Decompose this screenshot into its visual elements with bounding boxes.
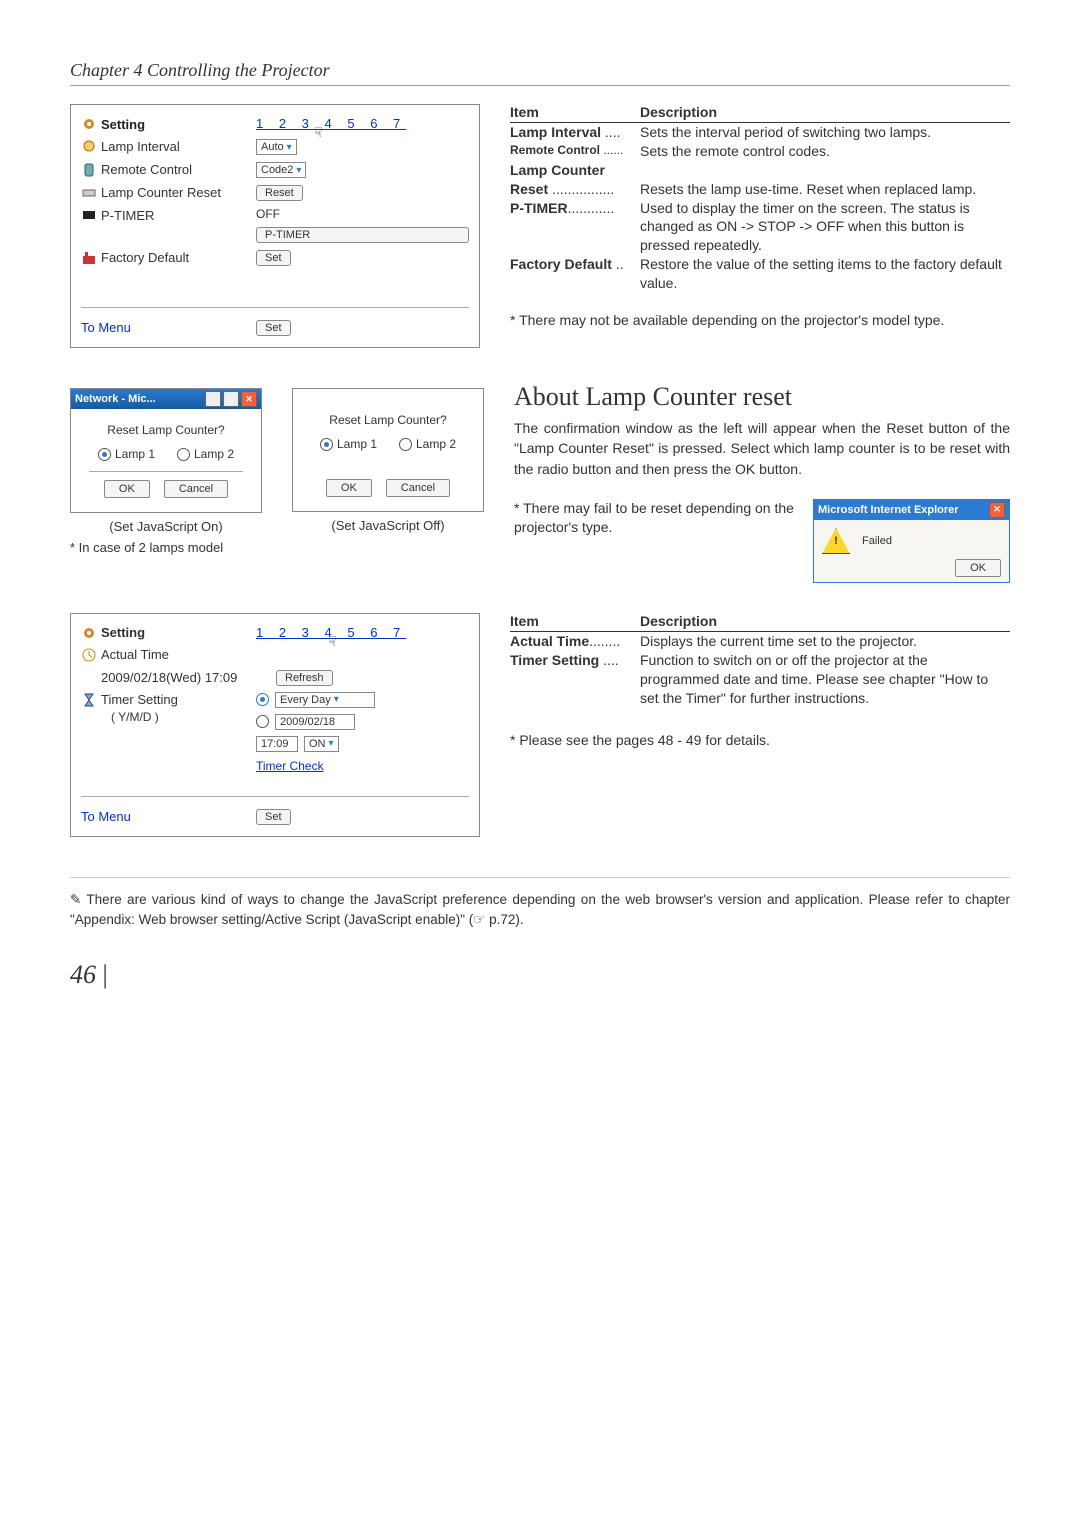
remote-icon	[81, 162, 97, 178]
caption-js-off: (Set JavaScript Off)	[331, 518, 444, 533]
setting-heading: Setting	[101, 117, 145, 132]
page-number: 46 |	[70, 960, 1010, 990]
minimize-icon[interactable]: _	[205, 391, 221, 407]
lamp-interval-label: Lamp Interval	[101, 139, 180, 154]
reset-dialog-js-on: Network - Mic... _ □ ✕ Reset Lamp Counte…	[70, 388, 262, 513]
cursor-icon: ☟	[314, 124, 323, 141]
note-pages-48-49: * Please see the pages 48 - 49 for detai…	[510, 731, 1010, 750]
reset-dialog-js-off: Reset Lamp Counter? Lamp 1 Lamp 2 OK Can…	[292, 388, 484, 512]
chapter-title: Chapter 4 Controlling the Projector	[70, 60, 1010, 86]
timer-setting-label: Timer Setting	[101, 692, 178, 707]
p-timer-desc: Used to display the timer on the screen.…	[640, 199, 1010, 256]
lamp-icon	[81, 139, 97, 155]
dialog-question: Reset Lamp Counter?	[89, 423, 243, 437]
set-button-2[interactable]: Set	[256, 809, 291, 825]
timer-icon	[81, 207, 97, 223]
ie-failed-msg: Failed	[862, 535, 892, 547]
maximize-icon[interactable]: □	[223, 391, 239, 407]
p-timer-button[interactable]: P-TIMER	[256, 227, 469, 243]
dialog-question-2: Reset Lamp Counter?	[311, 413, 465, 427]
lamp-interval-select[interactable]: Auto▾	[256, 139, 297, 155]
set-button[interactable]: Set	[256, 320, 291, 336]
remote-control-label: Remote Control	[101, 162, 192, 177]
p-timer-label: P-TIMER	[101, 208, 154, 223]
clock-icon	[81, 647, 97, 663]
gear-icon	[81, 625, 97, 641]
timer-setting-sub: ( Y/M/D )	[81, 710, 159, 724]
setting-panel-2: Setting 1 2 3 4 5 6 7 ☟ Actual Time 2009…	[70, 613, 480, 837]
remote-control-desc: Sets the remote control codes.	[640, 142, 1010, 161]
factory-set-button[interactable]: Set	[256, 250, 291, 266]
radio-lamp2[interactable]: Lamp 2	[177, 447, 234, 461]
note-fail-reset: * There may fail to be reset depending o…	[514, 499, 803, 537]
actual-time-value: 2009/02/18(Wed) 17:09	[101, 670, 237, 685]
lamp-counter-item: Lamp Counter	[510, 161, 640, 180]
caption-2lamps: * In case of 2 lamps model	[70, 540, 223, 555]
section-heading: About Lamp Counter reset	[514, 382, 1010, 412]
ok-button-b[interactable]: OK	[326, 479, 372, 497]
ie-ok-button[interactable]: OK	[955, 559, 1001, 577]
warning-icon: !	[822, 528, 850, 554]
ie-dialog-title: Microsoft Internet Explorer	[818, 504, 959, 516]
footnote: ✎ There are various kind of ways to chan…	[70, 877, 1010, 931]
lamp-interval-desc: Sets the interval period of switching tw…	[640, 123, 1010, 142]
radio-lamp1[interactable]: Lamp 1	[98, 447, 155, 461]
radio-date[interactable]	[256, 715, 269, 728]
radio-lamp2-b[interactable]: Lamp 2	[399, 437, 456, 451]
ok-button[interactable]: OK	[104, 480, 150, 498]
gear-icon	[81, 116, 97, 132]
to-menu-link[interactable]: To Menu	[81, 320, 131, 335]
hourglass-icon	[81, 692, 97, 708]
page-links[interactable]: 1 2 3 4 5 6 7	[256, 116, 406, 131]
table-header: Item Description	[510, 104, 1010, 123]
setting-panel-1: Setting 1 2 3 4 5 6 7 ☟ Lamp Interval Au…	[70, 104, 480, 348]
actual-time-label: Actual Time	[101, 647, 169, 662]
table-header-2: Item Description	[510, 613, 1010, 632]
section-body: The confirmation window as the left will…	[514, 418, 1010, 479]
timer-setting-desc: Function to switch on or off the project…	[640, 651, 1010, 708]
lamp-counter-reset-label: Lamp Counter Reset	[101, 185, 221, 200]
factory-default-desc: Restore the value of the setting items t…	[640, 255, 1010, 293]
radio-lamp1-b[interactable]: Lamp 1	[320, 437, 377, 451]
cursor-icon: ☟	[328, 633, 337, 650]
timer-check-link[interactable]: Timer Check	[256, 759, 324, 773]
caption-js-on: (Set JavaScript On)	[109, 519, 222, 534]
note-model-type: * There may not be available depending o…	[510, 311, 1010, 330]
remote-control-select[interactable]: Code2▾	[256, 162, 306, 178]
counter-icon	[81, 185, 97, 201]
ie-failed-dialog: Microsoft Internet Explorer ✕ ! Failed O…	[813, 499, 1010, 583]
onoff-select[interactable]: ON▾	[304, 736, 339, 752]
mode-select[interactable]: Every Day▾	[275, 692, 375, 708]
refresh-button[interactable]: Refresh	[276, 670, 333, 686]
time-input[interactable]: 17:09	[256, 736, 298, 752]
actual-time-desc: Displays the current time set to the pro…	[640, 632, 1010, 651]
radio-every-day[interactable]	[256, 693, 269, 706]
cancel-button-b[interactable]: Cancel	[386, 479, 450, 497]
close-icon-ie[interactable]: ✕	[989, 502, 1005, 518]
p-timer-status: OFF	[256, 207, 469, 221]
dialog-title: Network - Mic...	[75, 393, 156, 405]
cancel-button[interactable]: Cancel	[164, 480, 228, 498]
setting-heading-2: Setting	[101, 625, 145, 640]
factory-icon	[81, 250, 97, 266]
date-input[interactable]: 2009/02/18	[275, 714, 355, 730]
to-menu-link-2[interactable]: To Menu	[81, 809, 131, 824]
reset-desc: Resets the lamp use-time. Reset when rep…	[640, 180, 1010, 199]
close-icon[interactable]: ✕	[241, 391, 257, 407]
reset-button[interactable]: Reset	[256, 185, 303, 201]
factory-default-label: Factory Default	[101, 250, 189, 265]
